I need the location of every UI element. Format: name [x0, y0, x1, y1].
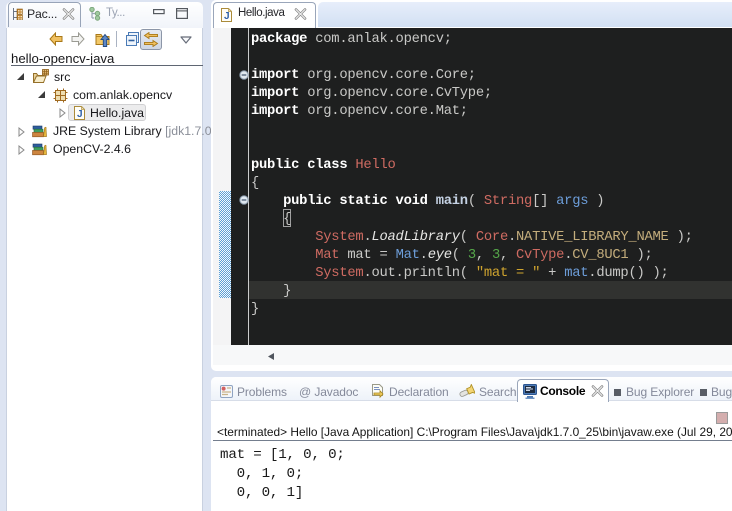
svg-text:J: J: [224, 11, 230, 22]
svg-text:J: J: [77, 109, 83, 120]
